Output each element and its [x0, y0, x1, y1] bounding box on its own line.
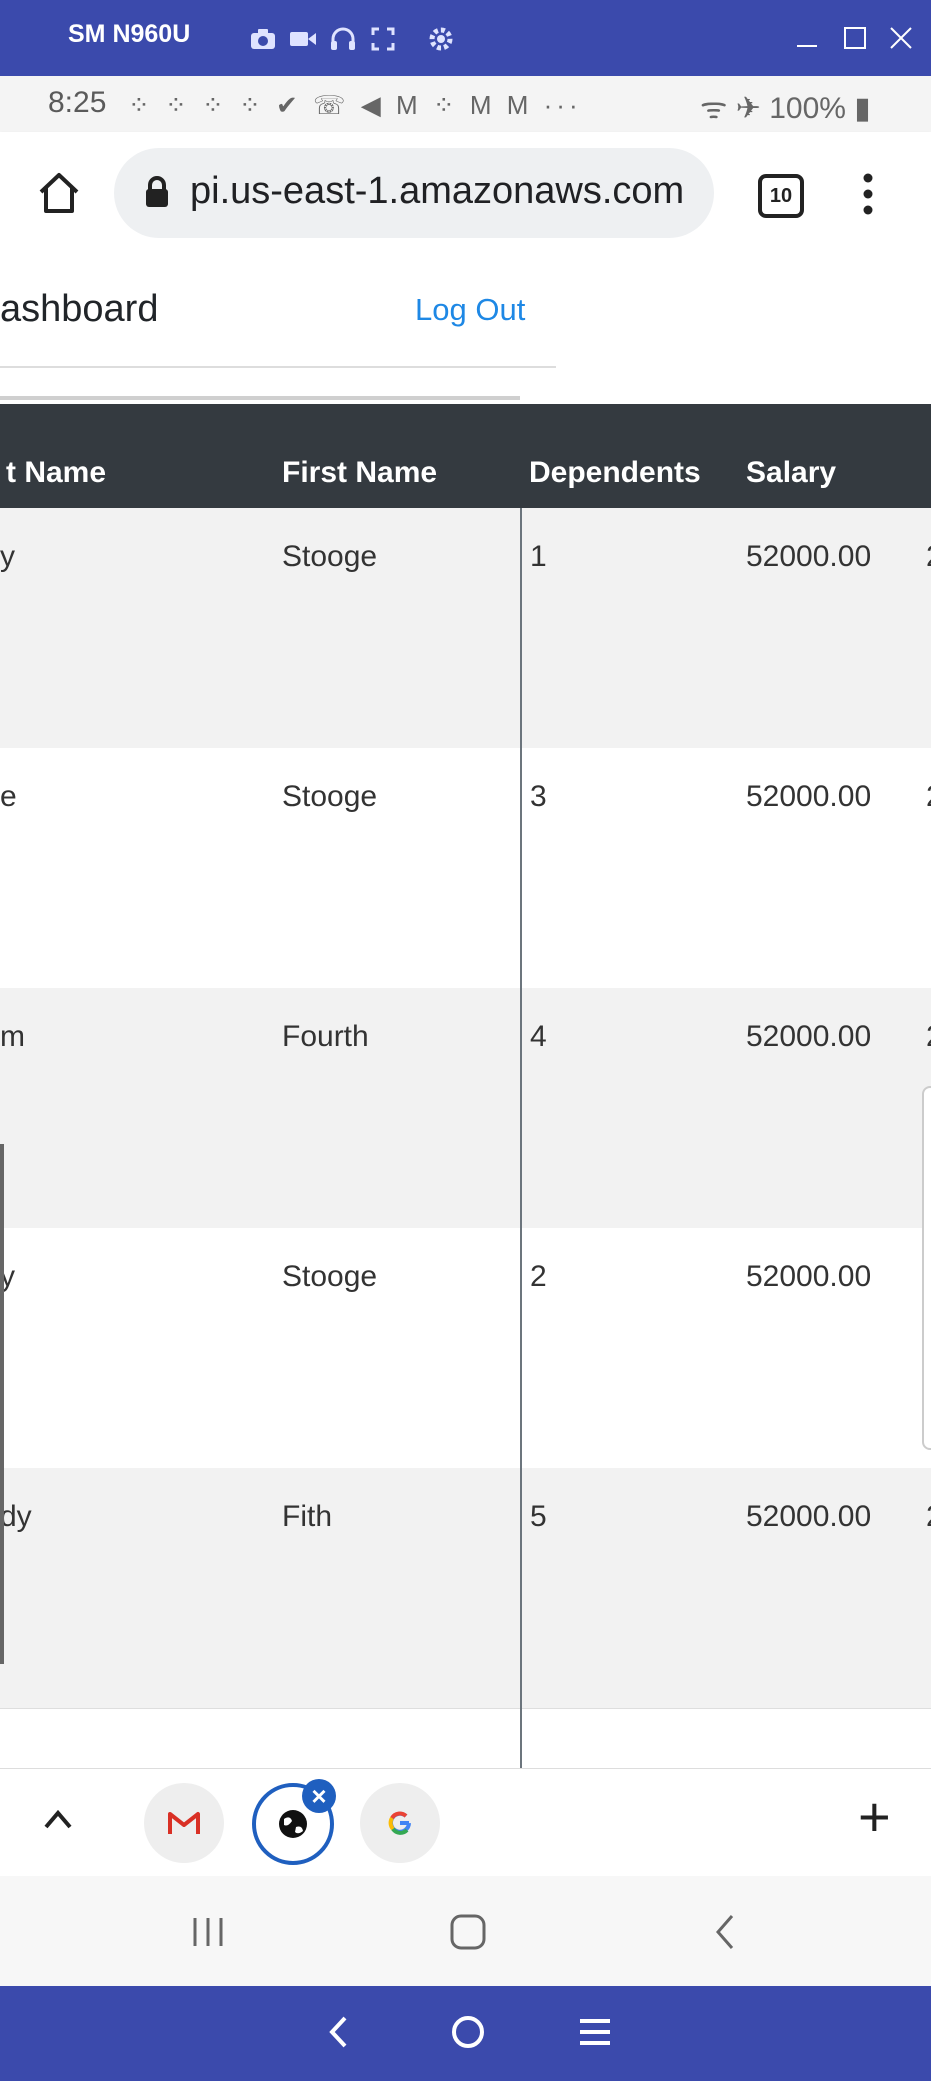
- divider: [0, 366, 556, 368]
- edge-panel-handle[interactable]: [922, 1086, 931, 1450]
- close-tab-icon[interactable]: ×: [302, 1779, 336, 1813]
- google-icon[interactable]: [360, 1783, 440, 1863]
- table-row[interactable]: m Fourth 4 52000.00 2: [0, 988, 931, 1229]
- emulator-home-icon[interactable]: [450, 2014, 486, 2055]
- cell-dependents: 3: [530, 780, 547, 813]
- cell-dependents: 2: [530, 1260, 547, 1293]
- recent-apps-icon[interactable]: [190, 1914, 226, 1955]
- maximize-icon[interactable]: [838, 20, 872, 56]
- column-header-last-name[interactable]: t Name: [6, 456, 106, 490]
- minimize-icon[interactable]: [790, 20, 824, 56]
- browser-toolbar: pi.us-east-1.amazonaws.com 10: [0, 132, 931, 256]
- emulator-menu-icon[interactable]: [578, 2016, 612, 2053]
- page-title: ashboard: [0, 288, 159, 330]
- logout-link[interactable]: Log Out: [415, 292, 525, 328]
- cell-salary: 52000.00: [746, 1020, 872, 1053]
- cell-last-name: e: [0, 780, 17, 813]
- notification-icons: ⁘ ⁘ ⁘ ⁘ ✔ ☏ ◀ M ⁘ M M ···: [128, 90, 582, 120]
- cell-dependents: 1: [530, 540, 547, 573]
- camera-icon[interactable]: [248, 24, 278, 54]
- cell-dependents: 4: [530, 1020, 547, 1053]
- cell-first-name: Fourth: [282, 1020, 369, 1053]
- table-row[interactable]: y Stooge 2 52000.00 1: [0, 1228, 931, 1469]
- web-page: ashboard Log Out t Name First Name Depen…: [0, 256, 931, 1768]
- table-header: t Name First Name Dependents Salary: [0, 404, 931, 508]
- cell-salary: 52000.00: [746, 1260, 872, 1293]
- table-row[interactable]: dy Fith 5 52000.00 2: [0, 1468, 931, 1709]
- cell-first-name: Stooge: [282, 540, 378, 573]
- tab-switcher-button[interactable]: 10: [758, 174, 804, 218]
- wifi-icon: ᯤ: [700, 92, 728, 125]
- table-row[interactable]: y Stooge 1 52000.00 2: [0, 508, 931, 749]
- cell-first-name: Stooge: [282, 780, 378, 813]
- emulator-nav-bar: [0, 1986, 931, 2081]
- headphones-icon[interactable]: [328, 24, 358, 54]
- gmail-icon[interactable]: [144, 1783, 224, 1863]
- cell-next-column: 2: [926, 1020, 931, 1054]
- video-icon[interactable]: [288, 24, 318, 54]
- cell-last-name: m: [0, 1020, 25, 1053]
- new-tab-button[interactable]: +: [858, 1789, 891, 1845]
- airplane-icon: ✈: [735, 92, 761, 125]
- table-row[interactable]: e Stooge 3 52000.00 2: [0, 748, 931, 989]
- cell-last-name: dy: [0, 1500, 32, 1533]
- address-bar[interactable]: pi.us-east-1.amazonaws.com: [114, 148, 714, 238]
- back-icon[interactable]: [712, 1912, 738, 1957]
- cell-last-name: y: [0, 540, 15, 573]
- home-icon[interactable]: [36, 170, 82, 221]
- cell-dependents: 5: [530, 1500, 547, 1533]
- cell-salary: 52000.00: [746, 1500, 872, 1533]
- battery-icon: ▮: [854, 92, 871, 125]
- bottom-tab-strip: × +: [0, 1768, 931, 1877]
- cell-first-name: Fith: [282, 1500, 333, 1533]
- cell-first-name: Stooge: [282, 1260, 378, 1293]
- emulator-back-icon[interactable]: [326, 2014, 350, 2055]
- chevron-up-icon[interactable]: [42, 1807, 74, 1836]
- cell-salary: 52000.00: [746, 540, 872, 573]
- status-bar: 8:25 ⁘ ⁘ ⁘ ⁘ ✔ ☏ ◀ M ⁘ M M ··· ᯤ ✈ 100% …: [0, 76, 931, 132]
- status-time: 8:25: [48, 86, 107, 119]
- cell-next-column: 2: [926, 540, 931, 574]
- url-text: pi.us-east-1.amazonaws.com: [190, 170, 685, 212]
- divider: [0, 396, 520, 400]
- menu-icon[interactable]: [858, 172, 878, 221]
- status-right: ᯤ ✈ 100% ▮: [700, 86, 871, 127]
- home-button-icon[interactable]: [448, 1912, 488, 1957]
- fullscreen-icon[interactable]: [368, 24, 398, 54]
- cell-next-column: 2: [926, 1500, 931, 1534]
- emulator-title-bar: SM N960U: [0, 0, 931, 76]
- android-nav-bar: [0, 1876, 931, 1986]
- column-header-salary[interactable]: Salary: [746, 456, 836, 490]
- device-name: SM N960U: [68, 20, 191, 48]
- column-header-first-name[interactable]: First Name: [282, 456, 437, 490]
- settings-icon[interactable]: [426, 24, 456, 54]
- cell-salary: 52000.00: [746, 780, 872, 813]
- cell-next-column: 2: [926, 780, 931, 814]
- lock-icon: [144, 176, 170, 213]
- battery-percent: 100%: [769, 92, 846, 125]
- column-header-dependents[interactable]: Dependents: [529, 456, 701, 490]
- scroll-indicator[interactable]: [0, 1144, 4, 1664]
- column-divider: [520, 508, 522, 1768]
- close-icon[interactable]: [884, 20, 918, 56]
